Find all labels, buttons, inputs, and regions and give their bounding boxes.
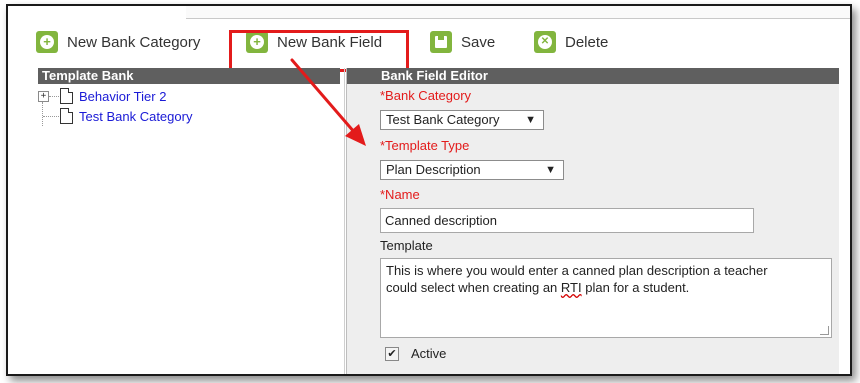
template-bank-header: Template Bank [38,68,340,84]
toolbar: + New Bank Category + New Bank Field Sav… [8,20,850,72]
top-strip [186,6,850,19]
tree-item-behavior-tier-2[interactable]: + Behavior Tier 2 [38,86,166,106]
new-bank-category-button[interactable]: + New Bank Category [36,28,200,56]
template-type-label: *Template Type [380,138,470,153]
active-checkbox[interactable]: ✔ [385,346,399,361]
bank-field-editor-panel: Bank Field Editor *Bank Category Test Ba… [346,68,839,374]
name-input[interactable]: Canned description [380,208,754,233]
template-type-value: Plan Description [386,162,481,177]
panel-divider [344,68,345,374]
save-icon [430,31,452,53]
bank-category-label: *Bank Category [380,88,472,103]
template-bank-panel: Template Bank + Behavior Tier 2 Test Ban… [38,68,340,374]
template-type-select[interactable]: Plan Description ▼ [380,160,564,180]
tree-item-label[interactable]: Test Bank Category [79,109,192,124]
resize-handle[interactable] [820,326,829,335]
plus-icon: + [36,31,58,53]
delete-label: Delete [565,33,609,51]
chevron-down-icon: ▼ [525,114,536,126]
bank-field-editor-header: Bank Field Editor [347,68,839,84]
bank-category-select[interactable]: Test Bank Category ▼ [380,110,544,130]
name-label: *Name [380,187,420,202]
new-bank-category-label: New Bank Category [67,33,201,51]
template-text-line1: This is where you would enter a canned p… [386,263,768,278]
tree-item-test-bank-category[interactable]: Test Bank Category [43,106,192,126]
bank-category-value: Test Bank Category [386,112,500,127]
template-text-line2: could select when creating an RTI plan f… [386,280,690,295]
app-window: + New Bank Category + New Bank Field Sav… [6,4,852,376]
document-icon [60,108,73,124]
chevron-down-icon: ▼ [545,164,556,176]
delete-icon: ✕ [534,31,556,53]
save-label: Save [461,33,496,51]
delete-button[interactable]: ✕ Delete [534,28,608,56]
template-label: Template [380,238,433,253]
tree-item-label[interactable]: Behavior Tier 2 [79,89,166,104]
save-button[interactable]: Save [430,28,495,56]
highlight-box [229,30,409,72]
active-label: Active [411,346,447,361]
document-icon [60,88,73,104]
template-textarea[interactable]: This is where you would enter a canned p… [380,258,832,338]
active-row: ✔ Active [385,346,446,361]
expand-icon[interactable]: + [38,90,49,102]
